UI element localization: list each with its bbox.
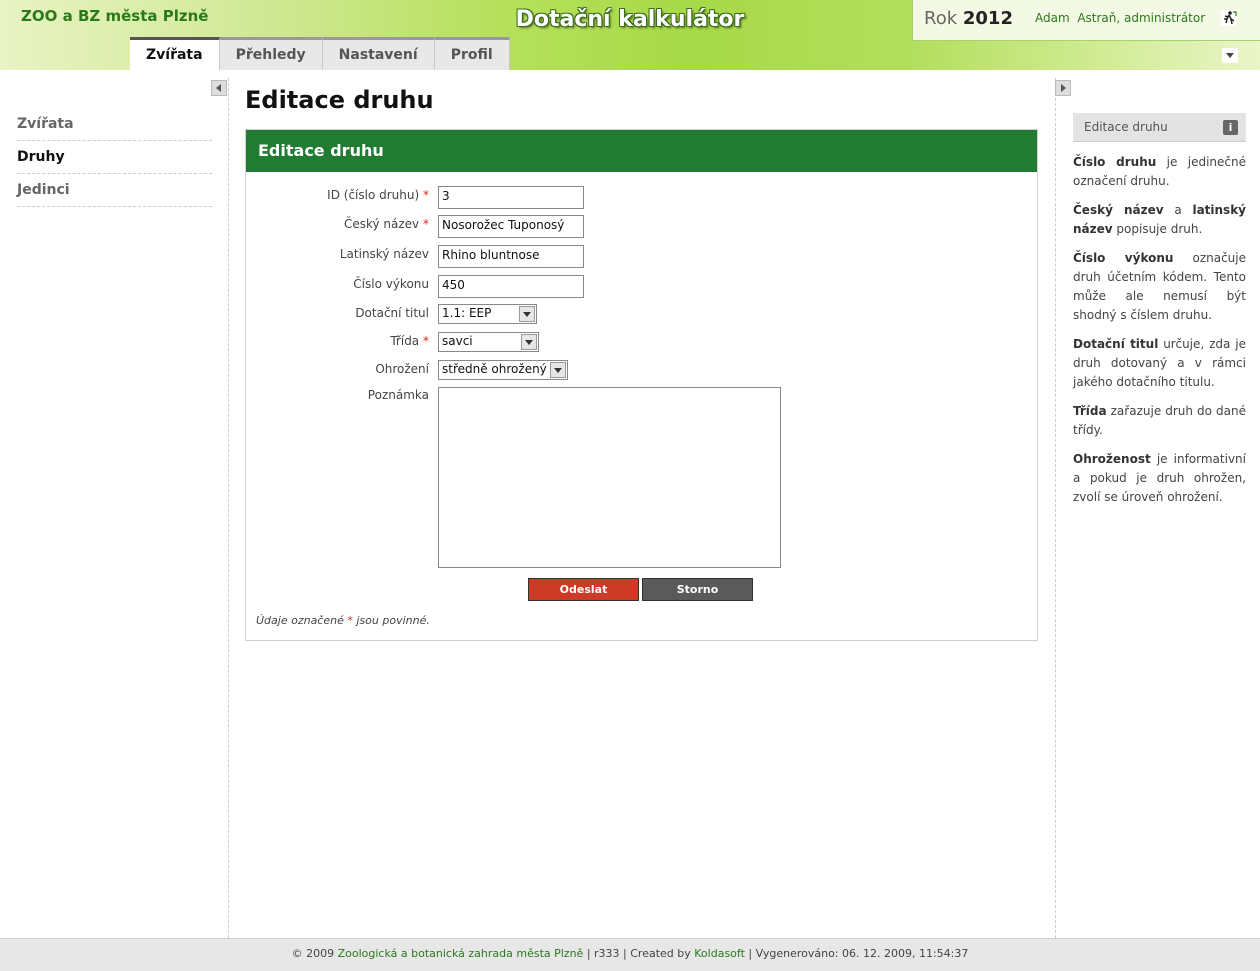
help-paragraph: Ohroženost je informativní a pokud je dr… xyxy=(1073,452,1246,504)
required-mark: * xyxy=(423,188,429,202)
user-role: , administrátor xyxy=(1116,11,1206,25)
footer-org-link[interactable]: Zoologická a botanická zahrada města Plz… xyxy=(338,947,584,960)
note-label: Poznámka xyxy=(367,388,429,402)
help-body: Číslo druhu je jedinečné označení druhu.… xyxy=(1073,153,1246,517)
tab-zvirata[interactable]: Zvířata xyxy=(130,37,220,70)
collapse-left-icon[interactable] xyxy=(211,80,227,96)
footer-rev: | r333 | Created by xyxy=(583,947,695,960)
panel-title: Editace druhu xyxy=(246,130,1037,172)
required-mark: * xyxy=(423,217,429,231)
submit-button[interactable]: Odeslat xyxy=(528,578,639,601)
threat-select[interactable]: středně ohrožený xyxy=(438,360,568,380)
user-first-name: Adam xyxy=(1035,11,1070,25)
class-select[interactable]: savci xyxy=(438,332,539,352)
czech-name-input[interactable]: Nosorožec Tuponosý xyxy=(438,215,584,238)
tab-profil[interactable]: Profil xyxy=(434,37,510,70)
sidebar-item-zvirata[interactable]: Zvířata xyxy=(17,108,212,141)
main-tabs: Zvířata Přehledy Nastavení Profil xyxy=(130,37,510,70)
edit-panel: Editace druhu ID (číslo druhu) * 3 Český… xyxy=(245,129,1038,641)
czech-name-label-text: Český název xyxy=(343,217,420,231)
user-last-name: Astraň xyxy=(1077,11,1117,25)
czech-name-label: Český název * xyxy=(344,217,429,231)
required-note-pre: Údaje označené xyxy=(256,614,348,627)
subsidy-select[interactable]: 1.1: EEP xyxy=(438,304,537,324)
id-label: ID (číslo druhu) * xyxy=(327,188,429,202)
help-paragraph: Český název a latinský název popisuje dr… xyxy=(1073,203,1247,236)
user-name[interactable]: Adam Astraň, administrátor xyxy=(1035,11,1205,25)
threat-label: Ohrožení xyxy=(375,362,429,376)
collapse-right-icon[interactable] xyxy=(1055,80,1071,96)
left-divider xyxy=(228,78,229,938)
latin-name-label: Latinský název xyxy=(339,247,429,261)
help-paragraph: Číslo druhu je jedinečné označení druhu. xyxy=(1073,155,1246,188)
cancel-button[interactable]: Storno xyxy=(642,578,753,601)
class-label: Třída * xyxy=(390,334,429,348)
chevron-down-icon xyxy=(550,362,566,378)
required-mark: * xyxy=(423,334,429,348)
sidebar-item-jedinci[interactable]: Jedinci xyxy=(17,174,212,207)
sidebar-nav: Zvířata Druhy Jedinci xyxy=(17,108,212,207)
info-icon[interactable]: i xyxy=(1223,120,1238,135)
help-paragraph: Dotační titul určuje, zda je druh dotova… xyxy=(1073,337,1246,389)
tab-nastaveni[interactable]: Nastavení xyxy=(322,37,435,70)
output-number-input[interactable]: 450 xyxy=(438,275,584,298)
help-title: Editace druhu xyxy=(1073,113,1246,142)
class-label-text: Třída xyxy=(390,334,420,348)
help-paragraph: Třída zařazuje druh do dané třídy. xyxy=(1073,404,1246,437)
id-label-text: ID (číslo druhu) xyxy=(327,188,420,202)
latin-name-input[interactable]: Rhino bluntnose xyxy=(438,245,584,268)
subsidy-value: 1.1: EEP xyxy=(442,306,492,320)
year-value: 2012 xyxy=(962,8,1013,29)
footer-author-link[interactable]: Koldasoft xyxy=(694,947,745,960)
chevron-down-icon xyxy=(519,306,535,322)
footer-copy: © 2009 xyxy=(291,947,338,960)
required-note: Údaje označené * jsou povinné. xyxy=(256,614,430,627)
sidebar-item-druhy[interactable]: Druhy xyxy=(17,141,212,174)
threat-value: středně ohrožený xyxy=(442,362,547,376)
id-input[interactable]: 3 xyxy=(438,186,584,209)
year-selector[interactable]: Rok 2012 xyxy=(924,8,1013,29)
footer-generated: | Vygenerováno: 06. 12. 2009, 11:54:37 xyxy=(744,947,969,960)
user-box: Rok 2012 Adam Astraň, administrátor xyxy=(912,0,1260,41)
right-divider xyxy=(1055,78,1056,938)
logout-icon[interactable] xyxy=(1221,10,1237,26)
footer: © 2009 Zoologická a botanická zahrada mě… xyxy=(0,938,1260,971)
year-label: Rok xyxy=(924,8,958,29)
note-textarea[interactable] xyxy=(438,387,781,568)
output-number-label: Číslo výkonu xyxy=(353,277,429,291)
page-title: Editace druhu xyxy=(245,86,434,114)
class-value: savci xyxy=(442,334,473,348)
chevron-down-icon[interactable] xyxy=(1222,48,1238,63)
header: ZOO a BZ města Plzně Dotační kalkulátor … xyxy=(0,0,1260,70)
chevron-down-icon xyxy=(521,334,537,350)
help-paragraph: Číslo výkonu označuje druh účetním kódem… xyxy=(1073,251,1246,322)
subsidy-label: Dotační titul xyxy=(355,306,429,320)
required-note-post: jsou povinné. xyxy=(352,614,430,627)
tab-prehledy[interactable]: Přehledy xyxy=(219,37,323,70)
